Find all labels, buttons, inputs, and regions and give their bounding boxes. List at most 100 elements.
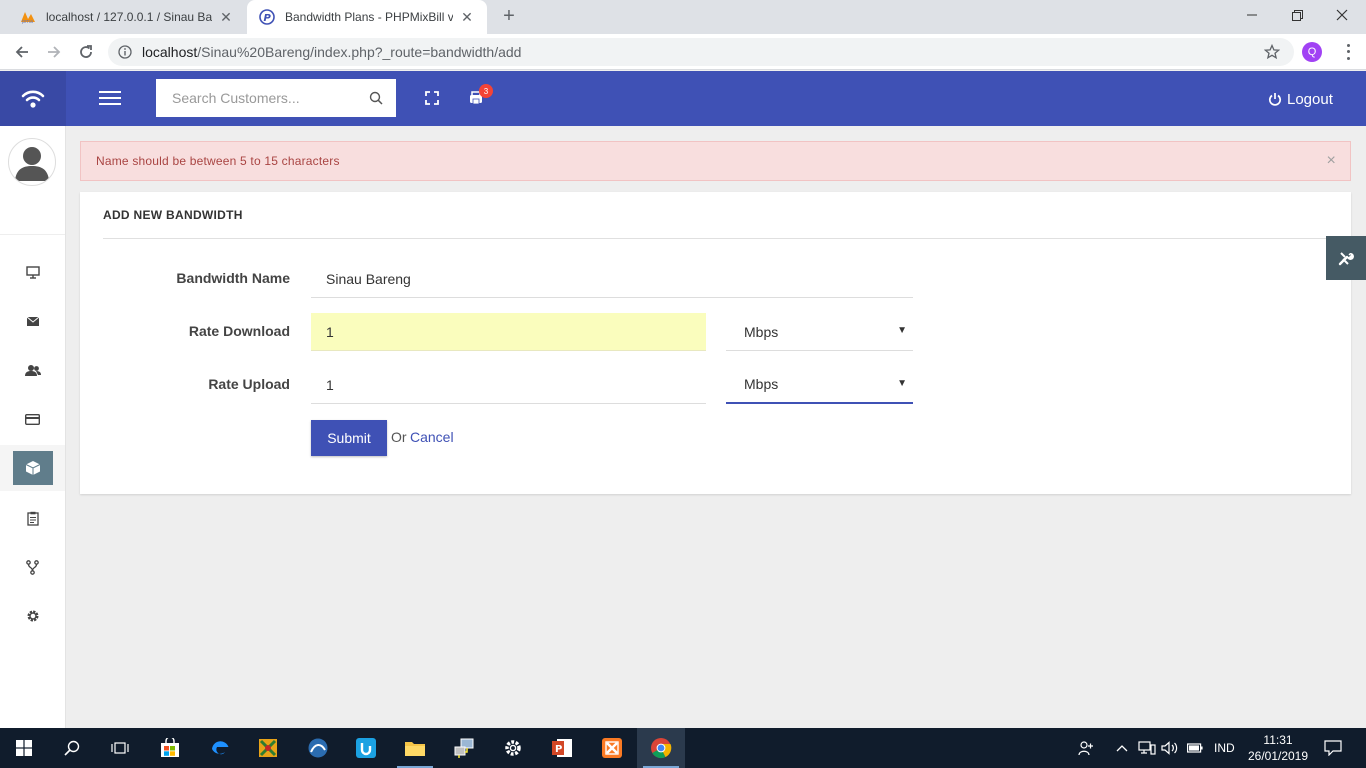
notification-count-badge: 3	[479, 84, 493, 98]
panel-title: ADD NEW BANDWIDTH	[103, 208, 243, 222]
taskbar-store[interactable]	[146, 728, 194, 768]
battery-icon[interactable]	[1187, 728, 1203, 768]
rate-download-input[interactable]: 1	[311, 313, 706, 351]
app-logo[interactable]	[0, 71, 66, 126]
svg-text:P: P	[264, 13, 272, 24]
taskbar-app-wireshark[interactable]	[294, 728, 342, 768]
clock-date: 26/01/2019	[1247, 749, 1309, 763]
sidebar-item-settings[interactable]	[0, 593, 65, 639]
minimize-window-button[interactable]	[1229, 0, 1275, 30]
bandwidth-name-label: Bandwidth Name	[176, 270, 290, 286]
task-view-button[interactable]	[96, 728, 144, 768]
bandwidth-name-input[interactable]: Sinau Bareng	[311, 260, 913, 298]
taskbar-app-game[interactable]	[244, 728, 292, 768]
dropdown-arrow-icon: ▼	[897, 325, 907, 336]
game-app-icon	[259, 739, 277, 757]
taskbar-search-button[interactable]	[48, 728, 96, 768]
xampp-icon	[602, 738, 622, 758]
sidebar-item-customers[interactable]	[0, 347, 65, 393]
tab-title: localhost / 127.0.0.1 / Sinau Bareng	[46, 10, 212, 24]
people-icon[interactable]	[1078, 728, 1094, 768]
credit-card-icon	[25, 413, 40, 425]
add-bandwidth-panel: ADD NEW BANDWIDTH Bandwidth Name Sinau B…	[80, 192, 1351, 494]
site-info-icon[interactable]	[118, 45, 132, 59]
sidebar-item-reports[interactable]	[0, 495, 65, 541]
sidebar-divider	[0, 234, 65, 235]
arrow-left-icon	[15, 46, 28, 58]
taskbar-edge[interactable]	[196, 728, 244, 768]
new-tab-button[interactable]: +	[498, 6, 520, 28]
rate-download-unit-select[interactable]: Mbps ▼	[726, 313, 913, 351]
svg-text:P: P	[555, 744, 562, 755]
reload-button[interactable]	[74, 40, 98, 64]
browser-tab-bandwidth-plans[interactable]: P Bandwidth Plans - PHPMixBill v5.0 ✕	[247, 0, 487, 34]
monitor-icon	[25, 265, 40, 279]
taskbar-chrome[interactable]	[637, 728, 685, 768]
rate-upload-unit-select[interactable]: Mbps ▼	[726, 366, 913, 404]
close-tab-icon[interactable]: ✕	[218, 9, 234, 26]
search-input[interactable]	[156, 79, 356, 117]
windows-taskbar: P IND 11:31 26/01/2019	[0, 728, 1366, 768]
search-icon[interactable]	[356, 91, 396, 105]
sidebar-item-prepaid[interactable]	[0, 396, 65, 442]
browser-tab-phpmyadmin[interactable]: pma localhost / 127.0.0.1 / Sinau Bareng…	[8, 0, 246, 34]
restore-icon	[1291, 9, 1303, 21]
tab-title: Bandwidth Plans - PHPMixBill v5.0	[285, 10, 453, 24]
users-icon	[24, 364, 41, 376]
browser-menu-icon[interactable]	[1340, 42, 1356, 62]
input-language-indicator[interactable]: IND	[1214, 728, 1235, 768]
profile-avatar[interactable]: Q	[1302, 42, 1322, 62]
minimize-icon	[1247, 14, 1257, 16]
active-item-highlight	[12, 451, 53, 485]
alert-close-button[interactable]: ×	[1326, 153, 1336, 169]
address-bar[interactable]: localhost/Sinau%20Bareng/index.php?_rout…	[108, 38, 1294, 66]
menu-toggle-icon[interactable]	[99, 91, 121, 105]
taskbar-file-explorer[interactable]	[391, 728, 439, 768]
start-button[interactable]	[0, 728, 48, 768]
volume-icon[interactable]	[1161, 728, 1179, 768]
fullscreen-icon[interactable]	[424, 90, 440, 106]
powerpoint-icon: P	[552, 739, 572, 757]
search-icon	[64, 740, 80, 756]
network-status-icon[interactable]	[1138, 728, 1156, 768]
rate-upload-input[interactable]: 1	[311, 366, 706, 404]
taskbar-app-u[interactable]	[342, 728, 390, 768]
forward-button[interactable]	[42, 40, 66, 64]
taskbar-settings[interactable]	[489, 728, 537, 768]
dropdown-arrow-icon: ▼	[897, 378, 907, 389]
taskbar-network-app[interactable]	[440, 728, 488, 768]
user-avatar[interactable]	[8, 138, 56, 186]
cube-icon	[25, 461, 40, 475]
panel-divider	[103, 238, 1351, 239]
bookmark-star-icon[interactable]	[1264, 44, 1280, 60]
system-clock[interactable]: 11:31 26/01/2019	[1244, 732, 1312, 764]
tray-overflow-chevron-icon[interactable]	[1116, 728, 1128, 768]
phpmixbill-favicon-icon: P	[259, 9, 275, 25]
sidebar-item-network[interactable]	[0, 544, 65, 590]
sidebar-item-messages[interactable]	[0, 298, 65, 344]
rate-download-label: Rate Download	[188, 323, 290, 339]
taskbar-xampp[interactable]	[588, 728, 636, 768]
windows-logo-icon	[16, 740, 32, 756]
logout-button[interactable]: Logout	[1268, 89, 1333, 109]
action-center-icon[interactable]	[1324, 728, 1342, 768]
settings-tools-tab[interactable]	[1326, 236, 1366, 280]
url-host: localhost	[142, 44, 198, 60]
logout-label: Logout	[1287, 90, 1333, 108]
network-computer-icon	[454, 738, 474, 758]
taskbar-powerpoint[interactable]: P	[538, 728, 586, 768]
wifi-icon	[21, 90, 45, 108]
back-button[interactable]	[10, 40, 34, 64]
sidebar-item-dashboard[interactable]	[0, 249, 65, 295]
fin-app-icon	[308, 738, 328, 758]
restore-window-button[interactable]	[1274, 0, 1320, 30]
close-tab-icon[interactable]: ✕	[459, 9, 475, 26]
u-app-icon	[356, 738, 376, 758]
or-text: Or	[391, 429, 407, 445]
sidebar-item-services[interactable]	[0, 445, 65, 491]
gear-icon	[505, 740, 521, 756]
browser-tab-bar: pma localhost / 127.0.0.1 / Sinau Bareng…	[0, 0, 1366, 34]
cancel-link[interactable]: Cancel	[410, 429, 454, 445]
close-window-button[interactable]	[1319, 0, 1365, 30]
submit-button[interactable]: Submit	[311, 420, 387, 456]
